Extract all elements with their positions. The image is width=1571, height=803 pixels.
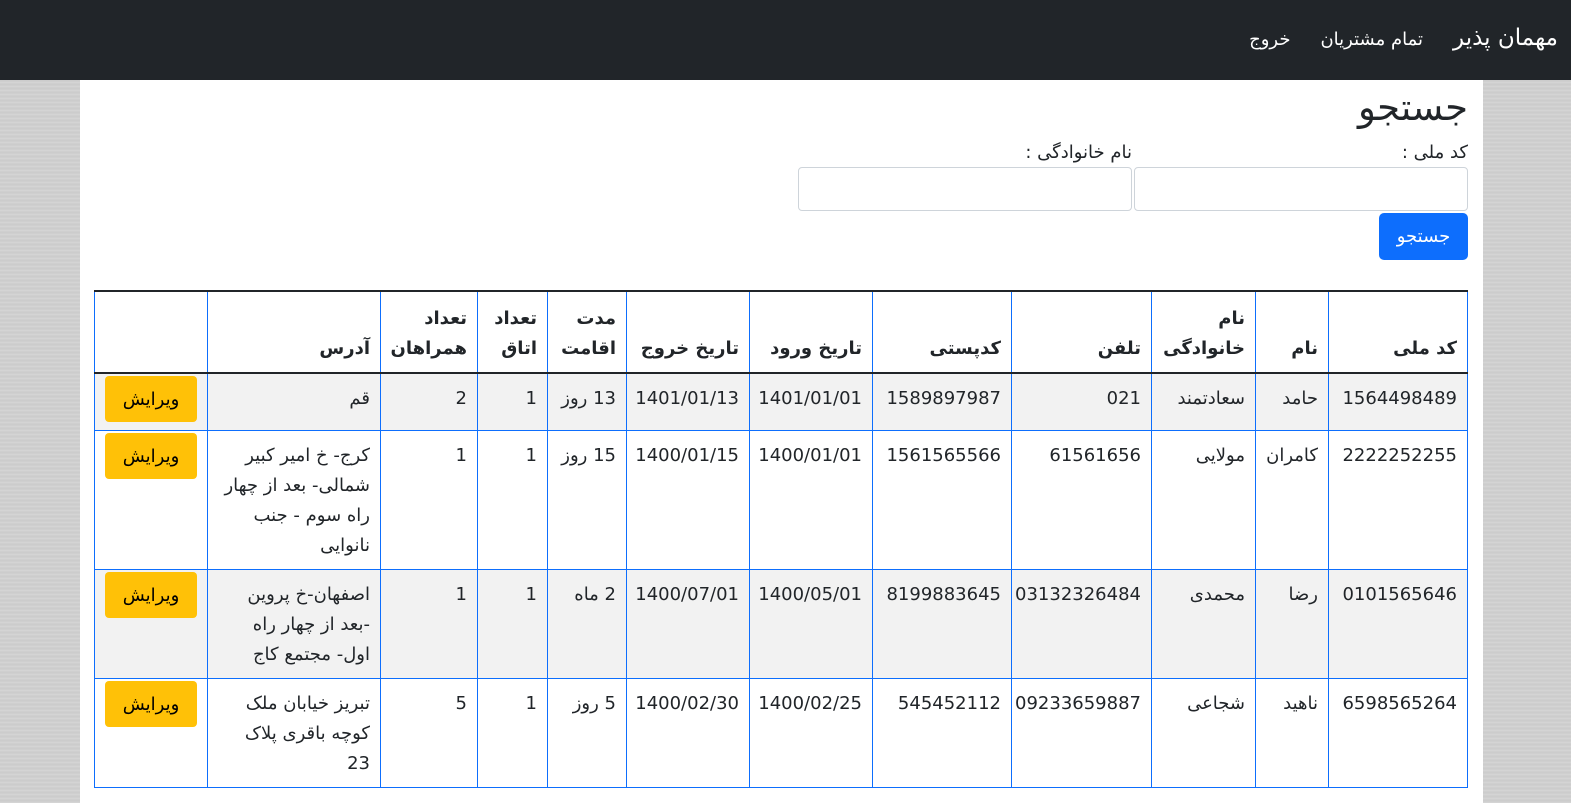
cell-stay-duration: 2 ماه — [547, 569, 627, 679]
cell-room-count: 1 — [477, 569, 548, 679]
search-button[interactable]: جستجو — [1379, 213, 1468, 260]
main-container: جستجو کد ملی : نام خانوادگی : جستجو کد م… — [80, 80, 1483, 803]
cell-companion-count: 1 — [380, 430, 478, 570]
cell-actions: ویرایش — [94, 678, 208, 788]
cell-national-code: 2222252255 — [1328, 430, 1468, 570]
edit-button[interactable]: ویرایش — [105, 572, 197, 618]
header-phone: تلفن — [1011, 290, 1152, 374]
header-national-code: کد ملی — [1328, 290, 1468, 374]
cell-postal-code: 8199883645 — [872, 569, 1012, 679]
nav-link-all-customers[interactable]: تمام مشتریان — [1320, 24, 1423, 56]
header-checkin-date: تاریخ ورود — [749, 290, 873, 374]
cell-stay-duration: 5 روز — [547, 678, 627, 788]
cell-checkout-date: 1400/07/01 — [626, 569, 750, 679]
table-row: 1564498489 حامد سعادتمند 021 1589897987 … — [94, 372, 1468, 431]
cell-actions: ویرایش — [94, 430, 208, 570]
cell-checkin-date: 1400/01/01 — [749, 430, 873, 570]
cell-first-name: ناهید — [1255, 678, 1329, 788]
cell-phone: 021 — [1011, 372, 1152, 431]
cell-address: اصفهان-خ پروین -بعد از چهار راه اول- مجت… — [207, 569, 381, 679]
table-body: 1564498489 حامد سعادتمند 021 1589897987 … — [94, 372, 1468, 788]
page-title: جستجو — [1357, 86, 1468, 129]
cell-national-code: 6598565264 — [1328, 678, 1468, 788]
cell-phone: 61561656 — [1011, 430, 1152, 570]
header-first-name: نام — [1255, 290, 1329, 374]
cell-checkout-date: 1400/01/15 — [626, 430, 750, 570]
cell-first-name: کامران — [1255, 430, 1329, 570]
cell-stay-duration: 15 روز — [547, 430, 627, 570]
cell-family-name: مولایی — [1151, 430, 1256, 570]
cell-stay-duration: 13 روز — [547, 372, 627, 431]
cell-companion-count: 1 — [380, 569, 478, 679]
cell-address: تبریز خیابان ملک کوچه باقری پلاک 23 — [207, 678, 381, 788]
cell-postal-code: 545452112 — [872, 678, 1012, 788]
header-row: کد ملی نام نام خانوادگی تلفن کدپستی تاری… — [94, 290, 1468, 374]
cell-companion-count: 2 — [380, 372, 478, 431]
header-stay-duration: مدت اقامت — [547, 290, 627, 374]
family-name-input[interactable] — [798, 167, 1132, 211]
table-row: 0101565646 رضا محمدی 03132326484 8199883… — [94, 569, 1468, 679]
national-code-input[interactable] — [1134, 167, 1468, 211]
table-row: 6598565264 ناهید شجاعی 09233659887 54545… — [94, 678, 1468, 788]
edit-button[interactable]: ویرایش — [105, 433, 197, 479]
cell-national-code: 0101565646 — [1328, 569, 1468, 679]
cell-checkin-date: 1401/01/01 — [749, 372, 873, 431]
cell-phone: 09233659887 — [1011, 678, 1152, 788]
header-family-name: نام خانوادگی — [1151, 290, 1256, 374]
cell-postal-code: 1589897987 — [872, 372, 1012, 431]
customers-table: کد ملی نام نام خانوادگی تلفن کدپستی تاری… — [94, 290, 1468, 788]
nav-list: مهمان پذیر تمام مشتریان خروج — [1249, 22, 1558, 56]
header-address: آدرس — [207, 290, 381, 374]
cell-national-code: 1564498489 — [1328, 372, 1468, 431]
cell-room-count: 1 — [477, 678, 548, 788]
cell-address: قم — [207, 372, 381, 431]
national-code-label: کد ملی : — [1401, 142, 1468, 163]
cell-checkout-date: 1400/02/30 — [626, 678, 750, 788]
header-postal-code: کدپستی — [872, 290, 1012, 374]
header-actions — [94, 290, 208, 374]
cell-room-count: 1 — [477, 430, 548, 570]
cell-first-name: رضا — [1255, 569, 1329, 679]
cell-room-count: 1 — [477, 372, 548, 431]
cell-family-name: شجاعی — [1151, 678, 1256, 788]
cell-checkin-date: 1400/05/01 — [749, 569, 873, 679]
cell-address: کرج- خ امیر کبیر شمالی- بعد از چهار راه … — [207, 430, 381, 570]
edit-button[interactable]: ویرایش — [105, 376, 197, 422]
cell-checkin-date: 1400/02/25 — [749, 678, 873, 788]
cell-companion-count: 5 — [380, 678, 478, 788]
family-name-label: نام خانوادگی : — [1025, 142, 1132, 163]
header-room-count: تعداد اتاق — [477, 290, 548, 374]
cell-postal-code: 1561565566 — [872, 430, 1012, 570]
header-checkout-date: تاریخ خروج — [626, 290, 750, 374]
cell-family-name: محمدی — [1151, 569, 1256, 679]
edit-button[interactable]: ویرایش — [105, 681, 197, 727]
cell-actions: ویرایش — [94, 372, 208, 431]
header-companion-count: تعداد همراهان — [380, 290, 478, 374]
cell-checkout-date: 1401/01/13 — [626, 372, 750, 431]
top-navbar: مهمان پذیر تمام مشتریان خروج — [0, 0, 1571, 80]
nav-link-logout[interactable]: خروج — [1249, 24, 1290, 56]
cell-actions: ویرایش — [94, 569, 208, 679]
brand-link[interactable]: مهمان پذیر — [1453, 22, 1558, 54]
cell-phone: 03132326484 — [1011, 569, 1152, 679]
cell-first-name: حامد — [1255, 372, 1329, 431]
table-row: 2222252255 کامران مولایی 61561656 156156… — [94, 430, 1468, 570]
table-header: کد ملی نام نام خانوادگی تلفن کدپستی تاری… — [94, 290, 1468, 374]
cell-family-name: سعادتمند — [1151, 372, 1256, 431]
